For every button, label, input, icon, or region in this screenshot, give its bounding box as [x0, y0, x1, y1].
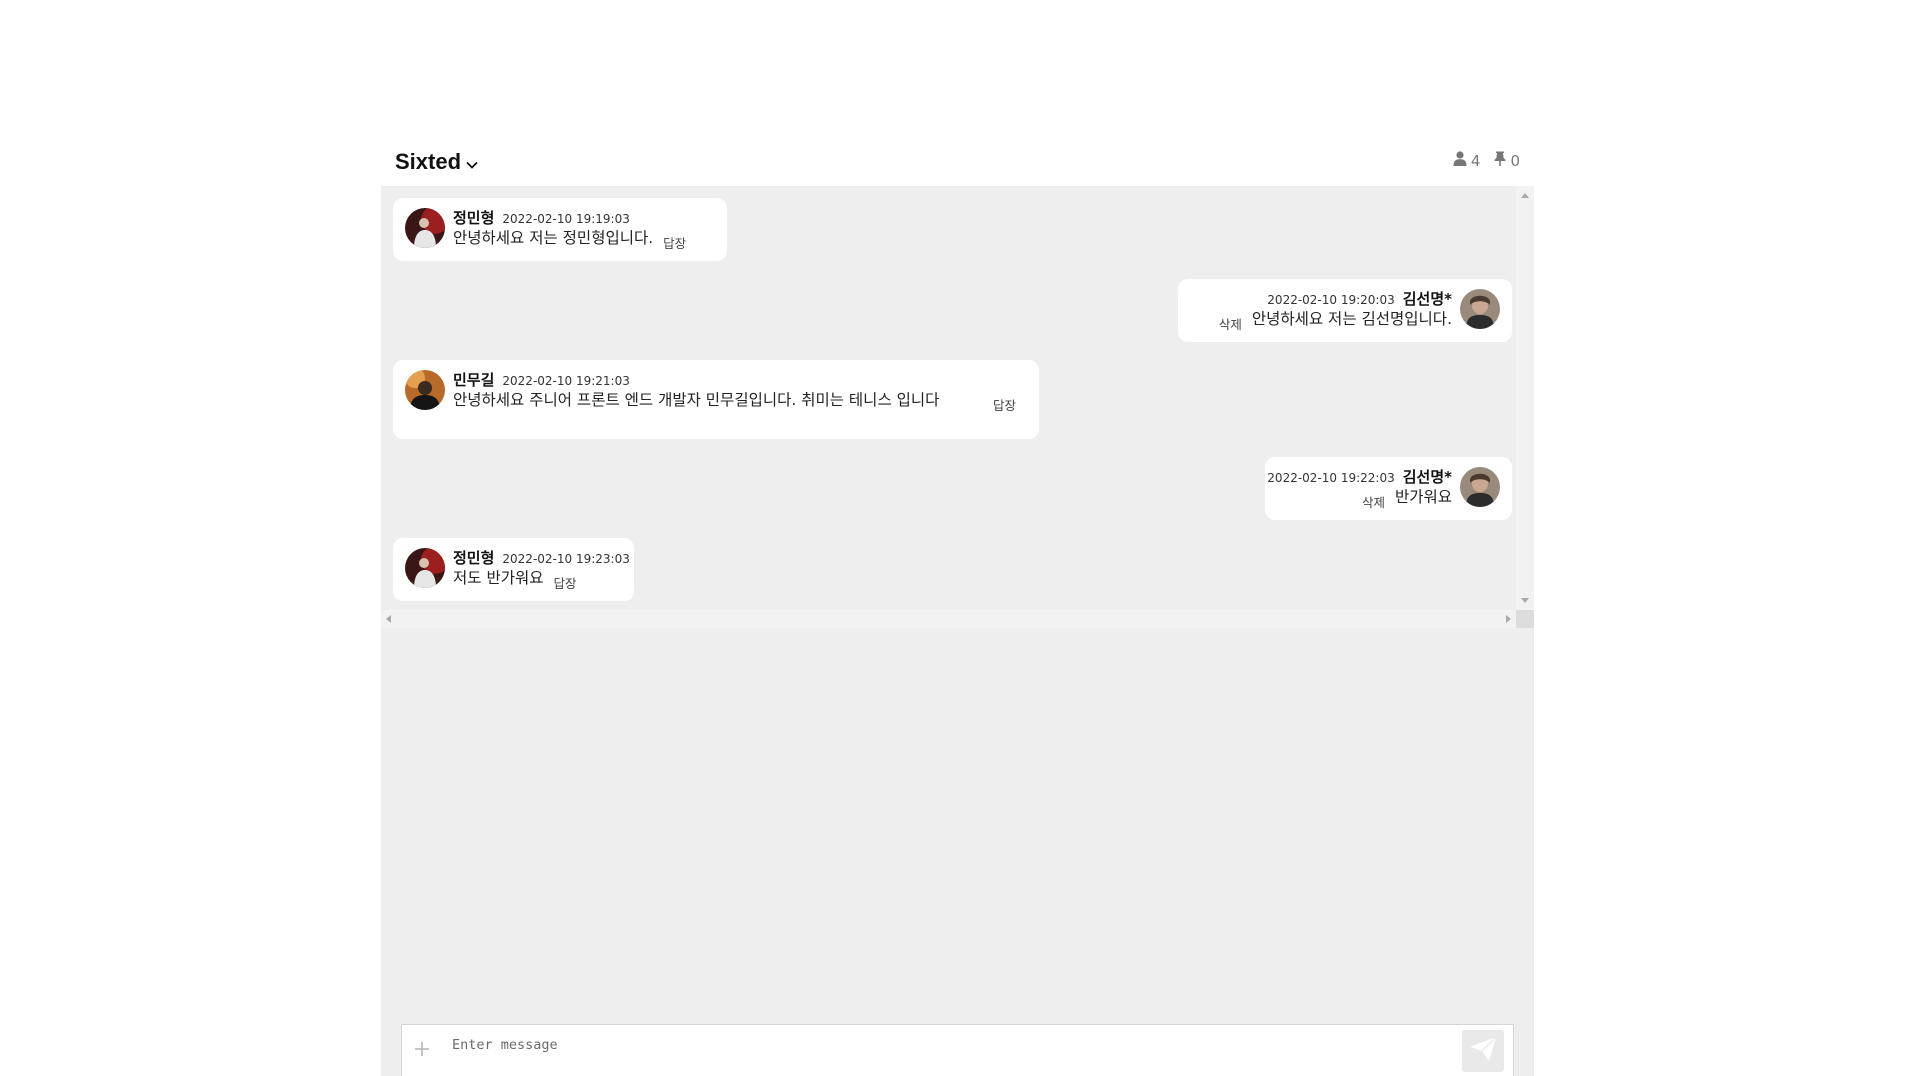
- reply-button[interactable]: 답장: [663, 231, 686, 252]
- member-count-button[interactable]: 4: [1453, 151, 1481, 170]
- room-name: Sixted: [395, 149, 462, 174]
- reply-button[interactable]: 답장: [993, 393, 1016, 414]
- message-bubble: 정민형 2022-02-10 19:19:03 안녕하세요 저는 정민형입니다.…: [393, 198, 727, 261]
- chat-app: Sixted 4 0 정민형 2022-02-10 19:19:03 안녕하세요…: [381, 136, 1534, 1076]
- sender-name: 정민형: [453, 209, 495, 227]
- plus-icon[interactable]: [412, 1039, 432, 1059]
- scrollbar-corner: [1516, 610, 1534, 628]
- scroll-left-icon[interactable]: [386, 615, 391, 623]
- header-stats: 4 0: [1453, 151, 1520, 170]
- message-text: 안녕하세요 주니어 프론트 엔드 개발자 민무길입니다. 취미는 테니스 입니다: [453, 391, 940, 409]
- message-time: 2022-02-10 19:20:03: [1267, 293, 1395, 307]
- message-list[interactable]: 정민형 2022-02-10 19:19:03 안녕하세요 저는 정민형입니다.…: [381, 186, 1534, 628]
- sender-name: 김선명*: [1402, 290, 1452, 308]
- message-time: 2022-02-10 19:23:03: [502, 552, 630, 566]
- message-bubble: 2022-02-10 19:20:03 김선명* 삭제 안녕하세요 저는 김선명…: [1178, 279, 1512, 342]
- message-time: 2022-02-10 19:21:03: [502, 374, 630, 388]
- pinned-count: 0: [1510, 151, 1520, 170]
- chevron-down-icon: [466, 154, 478, 173]
- delete-button[interactable]: 삭제: [1362, 490, 1385, 511]
- member-count: 4: [1470, 151, 1481, 170]
- avatar[interactable]: [1460, 467, 1500, 507]
- pinned-count-button[interactable]: 0: [1494, 151, 1520, 170]
- delete-button[interactable]: 삭제: [1219, 312, 1242, 333]
- scroll-right-icon[interactable]: [1506, 615, 1511, 623]
- scroll-up-icon[interactable]: [1521, 193, 1529, 198]
- avatar[interactable]: [405, 370, 445, 410]
- message-time: 2022-02-10 19:19:03: [502, 212, 630, 226]
- message-bubble: 2022-02-10 19:22:03 김선명* 삭제 반가워요: [1265, 457, 1512, 520]
- message-text: 저도 반가워요: [453, 569, 544, 587]
- horizontal-scrollbar[interactable]: [381, 610, 1516, 628]
- sender-name: 정민형: [453, 549, 495, 567]
- vertical-scrollbar[interactable]: [1516, 186, 1534, 610]
- message-text: 안녕하세요 저는 정민형입니다.: [453, 229, 654, 247]
- message-text: 반가워요: [1394, 488, 1452, 506]
- send-button[interactable]: [1462, 1030, 1504, 1072]
- room-selector[interactable]: Sixted: [395, 149, 478, 175]
- avatar[interactable]: [405, 208, 445, 248]
- avatar[interactable]: [1460, 289, 1500, 329]
- message-bubble: 민무길 2022-02-10 19:21:03 안녕하세요 주니어 프론트 엔드…: [393, 360, 1039, 439]
- message-bubble: 정민형 2022-02-10 19:23:03 저도 반가워요 답장: [393, 538, 634, 601]
- person-icon: [1453, 151, 1467, 170]
- message-text: 안녕하세요 저는 김선명입니다.: [1251, 310, 1452, 328]
- sender-name: 김선명*: [1402, 468, 1452, 486]
- message-input[interactable]: [452, 1031, 1432, 1059]
- message-time: 2022-02-10 19:22:03: [1267, 471, 1395, 485]
- message-composer: [401, 1024, 1514, 1076]
- pin-icon: [1494, 151, 1506, 170]
- messages-area: 정민형 2022-02-10 19:19:03 안녕하세요 저는 정민형입니다.…: [381, 186, 1534, 1076]
- reply-button[interactable]: 답장: [554, 571, 577, 592]
- avatar[interactable]: [405, 548, 445, 588]
- send-icon: [1469, 1036, 1497, 1066]
- sender-name: 민무길: [453, 371, 495, 389]
- chat-header: Sixted 4 0: [381, 136, 1534, 186]
- scroll-down-icon[interactable]: [1521, 598, 1529, 603]
